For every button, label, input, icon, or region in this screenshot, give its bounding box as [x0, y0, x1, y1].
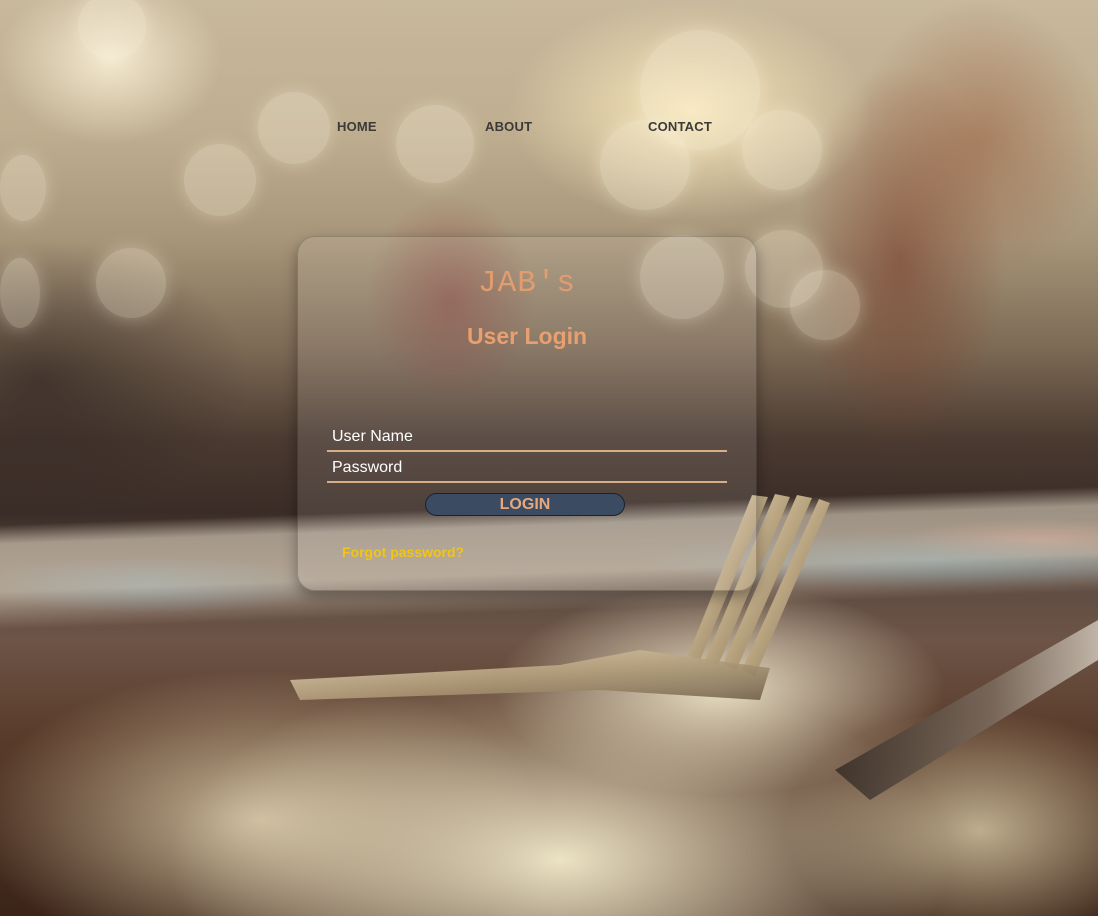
- nav-about-link[interactable]: ABOUT: [485, 119, 532, 134]
- login-button[interactable]: LOGIN: [425, 493, 625, 516]
- login-card: JAB's User Login LOGIN Forgot password?: [297, 236, 757, 591]
- username-input[interactable]: [327, 424, 727, 452]
- password-input[interactable]: [327, 455, 727, 483]
- login-title: User Login: [466, 323, 588, 349]
- forgot-password-link[interactable]: Forgot password?: [342, 544, 464, 560]
- brand-logo-text: JAB's: [477, 266, 576, 301]
- nav-home-link[interactable]: HOME: [337, 119, 377, 134]
- top-nav: HOME ABOUT CONTACT: [0, 119, 1098, 137]
- nav-contact-link[interactable]: CONTACT: [648, 119, 712, 134]
